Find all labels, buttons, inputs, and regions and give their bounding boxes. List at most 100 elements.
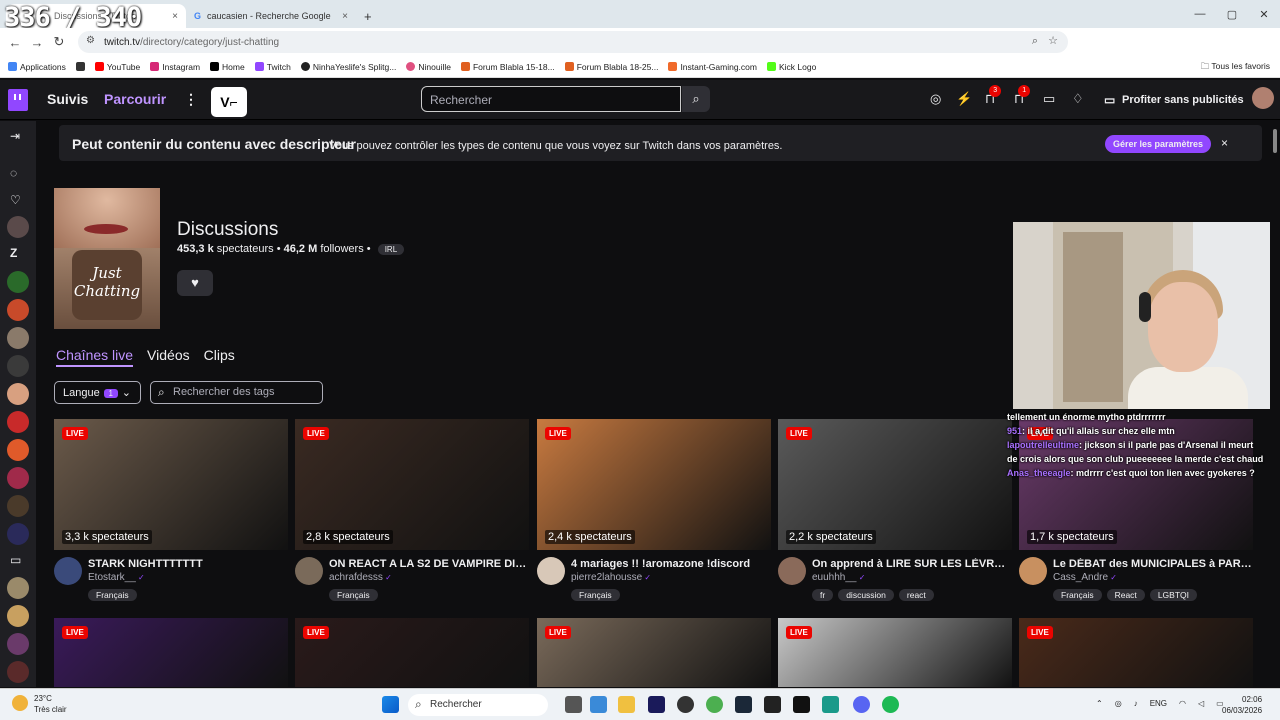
bookmark-grid[interactable] <box>75 62 85 71</box>
tab-google[interactable]: G caucasien - Recherche Google × <box>186 4 356 28</box>
tab-clips[interactable]: Clips <box>204 347 235 367</box>
bookmark-kick[interactable]: Kick Logo <box>766 62 816 72</box>
sidebar-channel-avatar[interactable] <box>7 299 29 321</box>
channel-name[interactable]: Cass_Andre <box>1053 572 1117 583</box>
video-icon[interactable]: ▭ <box>10 553 21 567</box>
expand-sidebar-icon[interactable]: ⇥ <box>10 129 20 143</box>
close-icon[interactable]: × <box>342 11 348 22</box>
taskbar-search[interactable]: Rechercher <box>408 694 548 716</box>
bookmark-youtube[interactable]: YouTube <box>94 62 140 72</box>
channel-name[interactable]: Etostark__ <box>88 572 145 583</box>
tag-search-input[interactable]: Rechercher des tags <box>150 381 323 404</box>
sidebar-channel-avatar[interactable] <box>7 327 29 349</box>
stream-tag[interactable]: Français <box>88 589 137 601</box>
notification-icon[interactable]: ◎ <box>1115 699 1122 708</box>
sidebar-channel-avatar[interactable] <box>7 467 29 489</box>
bookmark-home[interactable]: Home <box>210 62 245 72</box>
channel-avatar[interactable] <box>1019 557 1047 585</box>
channel-avatar[interactable] <box>295 557 323 585</box>
sidebar-channel-avatar[interactable] <box>7 271 29 293</box>
search-input[interactable]: Rechercher <box>421 86 681 112</box>
widgets-icon[interactable] <box>590 696 607 713</box>
drops-icon[interactable]: ◎ <box>930 91 941 107</box>
turbo-button[interactable]: Profiter sans publicités <box>1098 87 1246 113</box>
recommended-icon[interactable]: ◌ <box>10 166 17 180</box>
close-icon[interactable]: × <box>172 11 178 22</box>
stream-thumbnail[interactable]: LIVE <box>537 618 771 687</box>
stream-tag[interactable]: discussion <box>838 589 894 601</box>
stream-thumbnail[interactable]: LIVE <box>54 618 288 687</box>
stream-title[interactable]: On apprend à LIRE SUR LES LÈVRES ... <box>812 558 1012 570</box>
bookmark-forum-15-18[interactable]: Forum Blabla 15-18... <box>460 62 555 72</box>
tab-videos[interactable]: Vidéos <box>147 347 190 367</box>
forward-icon[interactable]: → <box>26 35 48 50</box>
weather-widget[interactable]: 23°C Très clair <box>12 693 67 715</box>
back-icon[interactable]: ← <box>4 35 26 50</box>
stream-thumbnail[interactable]: LIVE 2,4 k spectateurs <box>537 419 771 550</box>
volume-icon[interactable]: ♪ <box>1134 699 1138 708</box>
stream-tag[interactable]: react <box>898 589 934 601</box>
bookmark-twitch[interactable]: Twitch <box>254 62 291 72</box>
explorer-icon[interactable] <box>618 696 635 713</box>
gift-icon[interactable]: ⊓ 1 <box>1014 85 1031 107</box>
channel-name[interactable]: euuhhh__ <box>812 572 865 583</box>
new-tab-button[interactable]: + <box>356 4 380 28</box>
stream-tag[interactable]: React <box>1106 589 1145 601</box>
speaker-icon[interactable]: ◁ <box>1198 699 1204 708</box>
stream-tag[interactable]: LGBTQI <box>1149 589 1197 601</box>
stream-tag[interactable]: Français <box>571 589 620 601</box>
sidebar-channel-avatar[interactable] <box>7 577 29 599</box>
maximize-button[interactable]: ▢ <box>1216 8 1248 21</box>
close-window-button[interactable]: ✕ <box>1248 8 1280 21</box>
user-avatar[interactable] <box>1252 87 1274 109</box>
sidebar-channel-avatar[interactable] <box>7 355 29 377</box>
taskview-icon[interactable] <box>565 696 582 713</box>
tab-live-channels[interactable]: Chaînes live <box>56 347 134 367</box>
close-icon[interactable]: × <box>1221 136 1228 150</box>
capcut-icon[interactable] <box>822 696 839 713</box>
reload-icon[interactable]: ↻ <box>48 34 70 50</box>
zoom-icon[interactable]: ⌕ <box>1032 35 1038 48</box>
category-tag[interactable]: IRL <box>377 244 405 255</box>
stream-tag[interactable]: Français <box>1053 589 1102 601</box>
language-indicator[interactable]: ENG <box>1150 699 1167 708</box>
minimize-button[interactable]: — <box>1184 8 1216 20</box>
bookmark-apps[interactable]: Applications <box>8 62 66 72</box>
url-field[interactable]: ⚙ twitch.tv/directory/category/just-chat… <box>78 31 1068 53</box>
follow-heart-icon[interactable]: ♥ <box>177 270 213 296</box>
channel-avatar[interactable] <box>537 557 565 585</box>
bookmark-splitgate[interactable]: NinhaYeslife's Splitg... <box>300 62 396 72</box>
channel-name[interactable]: pierre2lahousse <box>571 572 651 583</box>
channel-avatar[interactable] <box>54 557 82 585</box>
stream-title[interactable]: Le DÉBAT des MUNICIPALES à PARIS ! ... <box>1053 558 1253 570</box>
stream-thumbnail[interactable]: LIVE 2,8 k spectateurs <box>295 419 529 550</box>
sidebar-channel-avatar[interactable] <box>7 216 29 238</box>
manage-settings-button[interactable]: Gérer les paramètres <box>1105 135 1211 153</box>
bookmark-ninouille[interactable]: Ninouille <box>406 62 451 72</box>
sidebar-channel-avatar[interactable] <box>7 605 29 627</box>
wifi-icon[interactable]: ◠ <box>1179 699 1186 708</box>
stream-thumbnail[interactable]: LIVE <box>1019 618 1253 687</box>
turbo-icon[interactable]: ⚡ <box>956 91 972 107</box>
site-info-icon[interactable]: ⚙ <box>86 35 95 46</box>
sidebar-channel-avatar[interactable] <box>7 633 29 655</box>
stream-title[interactable]: 4 mariages !! !aromazone !discord <box>571 558 771 570</box>
obs-icon[interactable] <box>677 696 694 713</box>
scrollbar-thumb[interactable] <box>1273 129 1277 153</box>
chevron-up-icon[interactable]: ⌃ <box>1096 699 1103 708</box>
sidebar-channel-avatar[interactable] <box>7 661 29 683</box>
search-icon[interactable]: ⌕ <box>682 86 710 112</box>
stream-thumbnail[interactable]: LIVE 2,2 k spectateurs <box>778 419 1012 550</box>
spotify-icon[interactable] <box>882 696 899 713</box>
tiktok-icon[interactable] <box>793 696 810 713</box>
language-filter[interactable]: Langue 1 ⌄ <box>54 381 141 404</box>
windows-start-icon[interactable] <box>382 696 399 713</box>
channel-name[interactable]: achrafdesss <box>329 572 392 583</box>
stream-thumbnail[interactable]: LIVE <box>778 618 1012 687</box>
sidebar-channel-avatar[interactable] <box>7 383 29 405</box>
steam-icon[interactable] <box>735 696 752 713</box>
all-bookmarks[interactable]: 🗀 Tous les favoris <box>1201 61 1270 75</box>
nav-more-icon[interactable]: ⋮ <box>184 91 198 108</box>
stream-tag[interactable]: Français <box>329 589 378 601</box>
bookmark-star-icon[interactable]: ☆ <box>1048 34 1058 47</box>
